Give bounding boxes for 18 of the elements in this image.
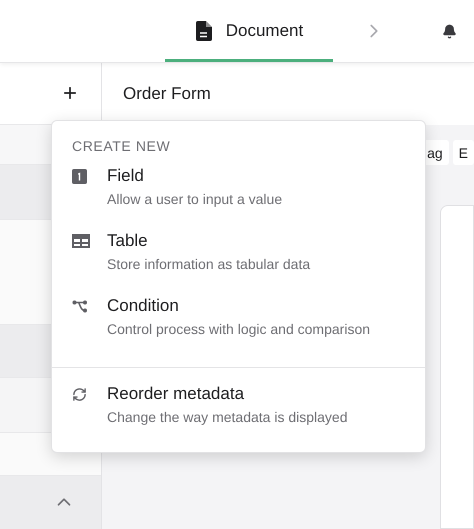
number-icon <box>72 168 87 184</box>
menu-item-title[interactable]: Reorder metadata <box>107 384 405 404</box>
table-icon <box>72 234 90 248</box>
document-icon <box>194 21 212 41</box>
menu-item-description: Control process with logic and comparison <box>107 321 372 339</box>
form-title: Order Form <box>123 84 211 104</box>
menu-item-description: Store information as tabular data <box>107 256 312 274</box>
menu-item-title[interactable]: Condition <box>107 296 405 316</box>
add-button[interactable]: + <box>62 80 77 108</box>
menu-item-description: Allow a user to input a value <box>107 191 284 209</box>
menu-heading: CREATE NEW <box>71 137 172 156</box>
menu-item-description: Change the way metadata is displayed <box>107 409 348 427</box>
refresh-icon <box>72 386 87 402</box>
branch-icon <box>72 300 88 312</box>
menu-item-title[interactable]: Field <box>107 166 405 186</box>
toolbar-button[interactable]: E <box>452 140 474 165</box>
menu-item-title[interactable]: Table <box>107 231 405 251</box>
bell-icon[interactable] <box>442 24 457 38</box>
